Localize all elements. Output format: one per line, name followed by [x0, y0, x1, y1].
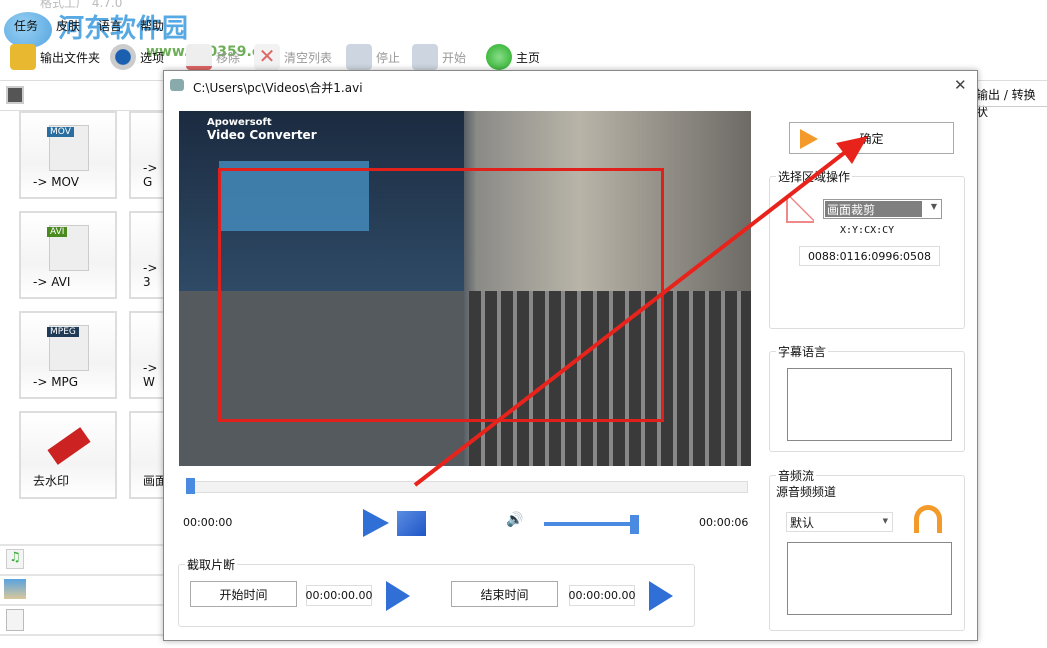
- arrow-shaft: [413, 148, 850, 487]
- annotation-arrow: [413, 136, 868, 487]
- arrow-head: [836, 136, 868, 164]
